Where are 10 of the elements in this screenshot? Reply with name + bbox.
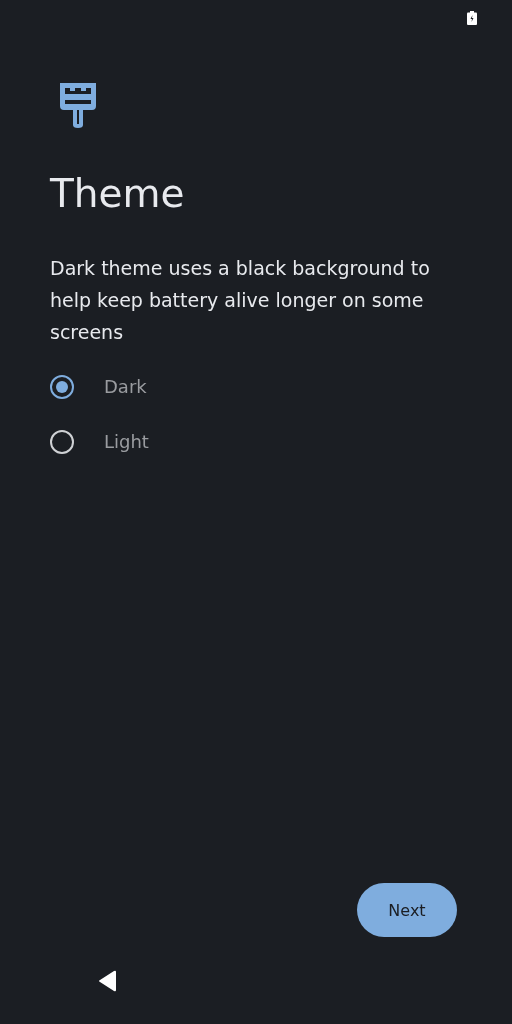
radio-button[interactable] bbox=[50, 374, 74, 399]
back-icon[interactable] bbox=[98, 969, 118, 992]
option-label[interactable]: Dark bbox=[104, 376, 147, 397]
description-text: Dark theme uses a black background to help keep battery alive longer on some screens bbox=[50, 256, 431, 345]
option-label[interactable]: Light bbox=[104, 431, 149, 452]
battery-charging-icon bbox=[467, 11, 477, 25]
next-button[interactable]: Next bbox=[357, 883, 457, 937]
paintbrush-icon bbox=[57, 80, 99, 130]
page-title: Theme bbox=[50, 170, 186, 218]
radio-button[interactable] bbox=[50, 429, 74, 454]
